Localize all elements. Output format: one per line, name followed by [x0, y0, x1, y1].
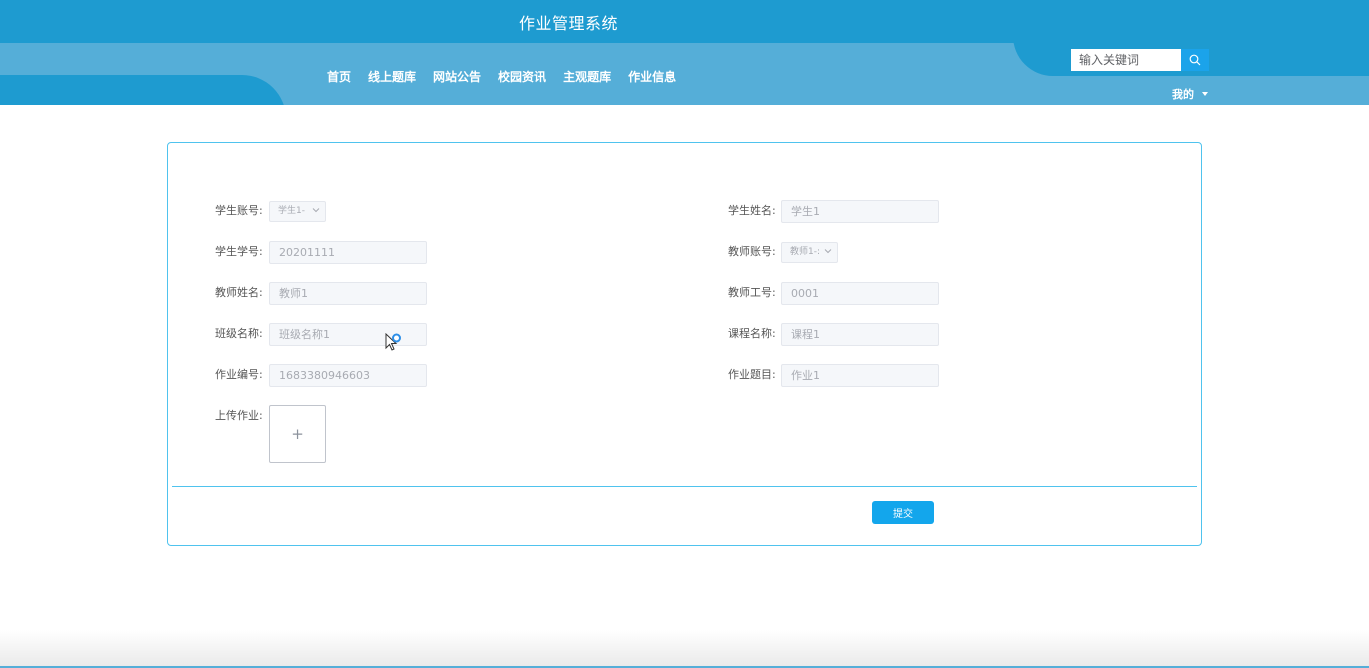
user-menu[interactable]: 我的 — [1172, 86, 1208, 102]
student-name-label: 学生姓名: — [728, 204, 776, 217]
main-nav: 首页 线上题库 网站公告 校园资讯 主观题库 作业信息 — [327, 68, 676, 85]
caret-down-icon — [1202, 92, 1208, 96]
search-icon — [1189, 54, 1201, 66]
nav-item-announcements[interactable]: 网站公告 — [433, 68, 481, 85]
homework-title-label: 作业题目: — [728, 368, 776, 381]
teacher-no-label: 教师工号: — [728, 286, 776, 299]
upload-homework-button[interactable]: + — [269, 405, 326, 463]
nav-item-homework-info[interactable]: 作业信息 — [628, 68, 676, 85]
upload-homework-label: 上传作业: — [215, 409, 263, 422]
teacher-name-field[interactable]: 教师1 — [269, 282, 427, 305]
chevron-down-icon — [312, 208, 320, 213]
chevron-down-icon — [824, 249, 832, 254]
nav-item-subjective-bank[interactable]: 主观题库 — [563, 68, 611, 85]
top-header-bar: 作业管理系统 — [0, 0, 1369, 43]
nav-item-online-question-bank[interactable]: 线上题库 — [368, 68, 416, 85]
footer-fade — [0, 630, 1369, 668]
form-divider — [172, 486, 1197, 487]
teacher-account-select[interactable]: 教师1-: — [781, 242, 838, 263]
nav-item-home[interactable]: 首页 — [327, 68, 351, 85]
student-account-label: 学生账号: — [215, 204, 263, 217]
teacher-account-value: 教师1-: — [790, 247, 821, 257]
class-name-field[interactable]: 班级名称1 — [269, 323, 427, 346]
student-account-value: 学生1- — [278, 206, 305, 216]
course-name-field[interactable]: 课程1 — [781, 323, 939, 346]
class-name-label: 班级名称: — [215, 327, 263, 340]
teacher-name-label: 教师姓名: — [215, 286, 263, 299]
mouse-cursor-icon — [385, 333, 401, 351]
nav-item-campus-news[interactable]: 校园资讯 — [498, 68, 546, 85]
course-name-label: 课程名称: — [728, 327, 776, 340]
site-title: 作业管理系统 — [519, 14, 619, 33]
search-button[interactable] — [1181, 49, 1209, 71]
teacher-account-label: 教师账号: — [728, 245, 776, 258]
homework-title-field[interactable]: 作业1 — [781, 364, 939, 387]
student-id-label: 学生学号: — [215, 245, 263, 258]
nav-wave-left-decoration — [0, 75, 286, 105]
search-input[interactable] — [1071, 49, 1181, 71]
user-menu-label: 我的 — [1172, 88, 1194, 101]
plus-icon: + — [291, 425, 304, 443]
homework-no-field[interactable]: 1683380946603 — [269, 364, 427, 387]
student-name-field[interactable]: 学生1 — [781, 200, 939, 223]
homework-form-card: 学生账号: 学生1- 学生学号: 20201111 教师姓名: 教师1 班级名称… — [167, 142, 1202, 546]
homework-no-label: 作业编号: — [215, 368, 263, 381]
student-id-field[interactable]: 20201111 — [269, 241, 427, 264]
submit-button[interactable]: 提交 — [872, 501, 934, 524]
student-account-select[interactable]: 学生1- — [269, 201, 326, 222]
teacher-no-field[interactable]: 0001 — [781, 282, 939, 305]
